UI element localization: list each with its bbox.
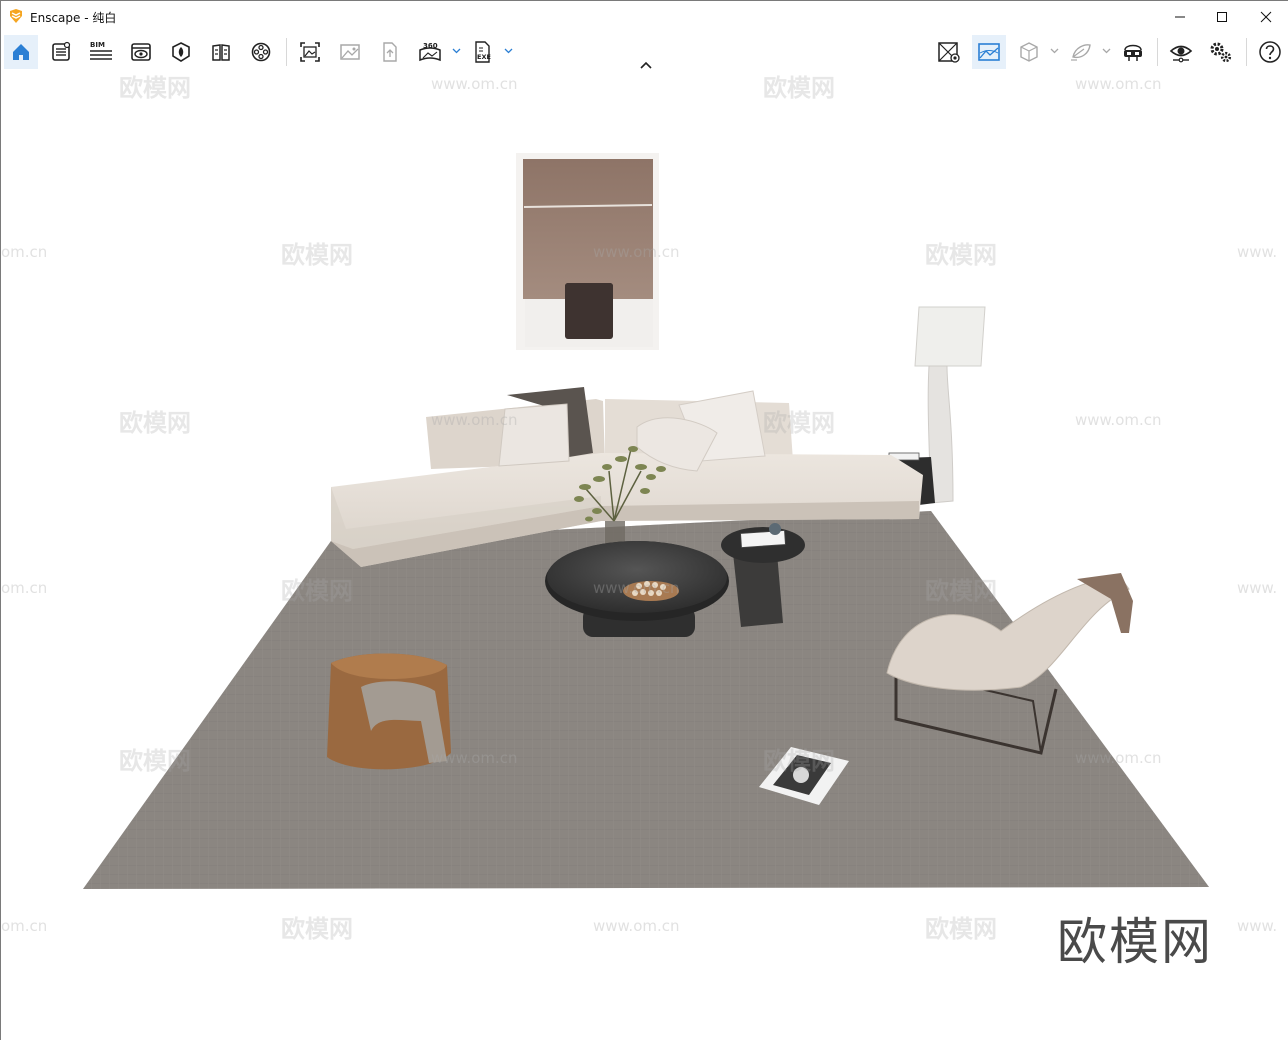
panorama-button[interactable]: 360 <box>413 35 447 69</box>
panorama-dropdown-icon[interactable] <box>452 46 461 55</box>
toolbar-separator <box>286 38 287 66</box>
watermark-url: www.om.cn <box>431 75 518 93</box>
maximize-button[interactable] <box>1199 1 1245 32</box>
capture-button[interactable] <box>972 35 1006 69</box>
collapse-toolbar-icon[interactable] <box>638 59 654 71</box>
toolbar-separator <box>1157 38 1158 66</box>
material-editor-icon <box>212 44 230 61</box>
screenshot-icon <box>300 42 320 62</box>
video-editor-icon <box>251 42 271 62</box>
vr-headset-button[interactable] <box>1116 35 1150 69</box>
brand-watermark: 欧模网 <box>1057 913 1213 971</box>
watermark-text: 欧模网 <box>119 409 191 437</box>
watermark-url: om.cn <box>1 917 47 935</box>
walk-mode-button[interactable] <box>1064 35 1098 69</box>
sync-views-icon <box>938 42 960 63</box>
render-viewport[interactable]: 欧模网 www.om.cn 欧模网 www.om.cn om.cn 欧模网 ww… <box>1 72 1288 1040</box>
visual-settings-button[interactable] <box>1164 35 1198 69</box>
minimize-icon <box>1175 16 1185 17</box>
export-dropdown-icon[interactable] <box>504 46 513 55</box>
help-icon <box>1259 41 1281 63</box>
watermark-url: om.cn <box>1 579 47 597</box>
watermark-url: www.om.cn <box>431 411 518 429</box>
orthographic-dropdown-icon[interactable] <box>1050 46 1059 55</box>
watermark-url: www.om.cn <box>593 917 680 935</box>
bim-icon: BIM <box>90 41 112 60</box>
watermark-url: www.om.cn <box>593 243 680 261</box>
enscape-window: Enscape - 纯白 BIM 360 EXE 欧模网 www.om.cn 欧… <box>0 0 1288 1040</box>
watermark-url: www. <box>1237 243 1277 261</box>
watermark-text: 欧模网 <box>925 915 997 943</box>
watermark-text: 欧模网 <box>281 577 353 605</box>
svg-text:EXE: EXE <box>477 53 491 61</box>
asset-library-icon <box>172 42 190 62</box>
watermark-url: www.om.cn <box>593 579 680 597</box>
visual-settings-icon <box>1169 45 1193 63</box>
exe-export-button[interactable]: EXE <box>466 35 500 69</box>
watermark-text: 欧模网 <box>281 915 353 943</box>
upload-button[interactable] <box>373 35 407 69</box>
close-button[interactable] <box>1243 1 1288 32</box>
settings-panel-button[interactable] <box>44 35 78 69</box>
watermark-url: om.cn <box>1 243 47 261</box>
living-room-scene: 欧模网 www.om.cn 欧模网 www.om.cn om.cn 欧模网 ww… <box>1 74 1277 943</box>
home-icon <box>13 44 29 60</box>
views-button[interactable] <box>124 35 158 69</box>
video-editor-button[interactable] <box>244 35 278 69</box>
capture-icon <box>978 43 1000 61</box>
bim-button[interactable]: BIM <box>84 35 118 69</box>
window-title: Enscape - 纯白 <box>30 11 117 25</box>
general-settings-button[interactable] <box>1204 35 1238 69</box>
watermark-text: 欧模网 <box>763 747 835 775</box>
walk-mode-dropdown-icon[interactable] <box>1102 46 1111 55</box>
enscape-logo-icon <box>10 9 22 23</box>
watermark-text: 欧模网 <box>119 747 191 775</box>
watermark-url: www.om.cn <box>1075 749 1162 767</box>
orthographic-button[interactable] <box>1012 35 1046 69</box>
walk-mode-icon <box>1071 44 1091 61</box>
views-icon <box>131 43 151 61</box>
watermark-text: 欧模网 <box>119 74 191 102</box>
upload-icon <box>383 42 397 62</box>
watermark-text: 欧模网 <box>763 74 835 102</box>
watermark-text: 欧模网 <box>281 241 353 269</box>
close-icon <box>1260 11 1272 22</box>
sync-views-button[interactable] <box>932 35 966 69</box>
help-button[interactable] <box>1253 35 1287 69</box>
toolbar-separator <box>1246 38 1247 66</box>
material-editor-button[interactable] <box>204 35 238 69</box>
exe-export-icon: EXE <box>475 41 491 63</box>
watermark-url: www. <box>1237 579 1277 597</box>
watermark-url: www.om.cn <box>1075 75 1162 93</box>
batch-render-icon <box>340 44 360 60</box>
watermark-text: 欧模网 <box>925 577 997 605</box>
watermark-text: 欧模网 <box>763 409 835 437</box>
vr-headset-icon <box>1124 44 1142 61</box>
orthographic-icon <box>1020 42 1038 62</box>
watermark-url: www.om.cn <box>431 749 518 767</box>
general-settings-icon <box>1210 42 1232 63</box>
watermark-url: www. <box>1237 917 1277 935</box>
home-button[interactable] <box>4 35 38 69</box>
maximize-icon <box>1217 11 1227 22</box>
watermark-text: 欧模网 <box>925 241 997 269</box>
svg-text:BIM: BIM <box>90 41 105 49</box>
screenshot-button[interactable] <box>293 35 327 69</box>
asset-library-button[interactable] <box>164 35 198 69</box>
batch-render-button[interactable] <box>333 35 367 69</box>
settings-panel-icon <box>52 41 71 61</box>
panorama-icon: 360 <box>419 42 441 62</box>
minimize-button[interactable] <box>1157 1 1203 32</box>
watermark-url: www.om.cn <box>1075 411 1162 429</box>
title-bar: Enscape - 纯白 <box>1 1 1288 32</box>
